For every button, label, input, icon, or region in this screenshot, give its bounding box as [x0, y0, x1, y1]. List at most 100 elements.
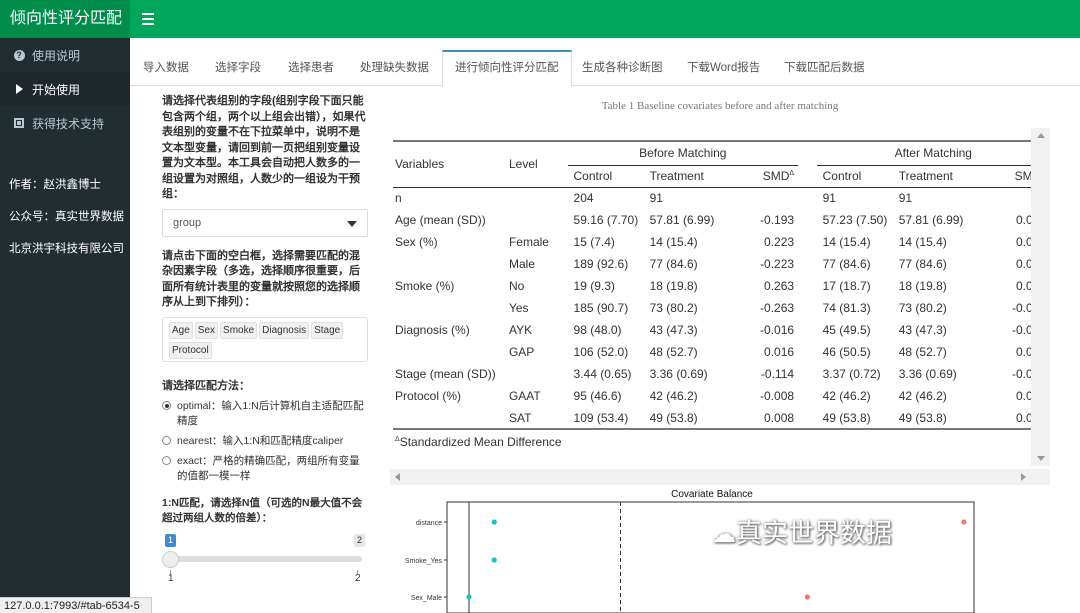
table-row: Sex (%) Female 15 (7.4) 14 (15.4) 0.223 14 (1… [393, 231, 1050, 253]
baseline-table-container: Variables Level Before Matching After Ma… [390, 128, 1050, 468]
header-control: Control [822, 169, 862, 183]
table-row: Smoke (%) No 19 (9.3) 18 (19.8) 0.263 17 (18.… [393, 275, 1050, 297]
table-cell: 77 (84.6) [898, 257, 947, 271]
top-navbar [130, 0, 1080, 38]
sidebar-item-start[interactable]: 开始使用 [0, 72, 130, 106]
header-variables: Variables [393, 140, 509, 187]
app-title: 倾向性评分匹配 [0, 0, 130, 38]
balance-point [804, 594, 810, 600]
table-cell: 0.223 [764, 235, 795, 249]
slider-value-bubble: 1 [165, 534, 177, 547]
balance-point [491, 519, 497, 525]
table-cell: -0.016 [760, 323, 795, 337]
table-cell [742, 186, 799, 209]
method-radio-exact[interactable]: exact：严格的精确匹配，两组所有变量的值都一模一样 [162, 454, 368, 484]
table-cell: 59.16 (7.70) [573, 213, 639, 227]
table-cell: 43 (47.3) [649, 323, 698, 337]
balance-point [491, 557, 497, 563]
table-cell: 106 (52.0) [573, 345, 629, 359]
covariate-instruction: 请点击下面的空白框，选择需要匹配的混杂因素字段（多选，选择顺序很重要，后面所有统… [162, 249, 360, 309]
table-cell: 77 (84.6) [822, 257, 871, 271]
table-cell: 3.36 (0.69) [898, 367, 957, 381]
covariate-chip[interactable]: Smoke [220, 321, 258, 339]
table-cell: GAP [508, 345, 535, 359]
table-cell: 42 (46.2) [898, 389, 947, 403]
table-cell: Protocol (%) [395, 389, 462, 403]
table-cell: 49 (53.8) [649, 410, 698, 425]
method-radio-optimal[interactable]: optimal：输入1:N后计算机自主适配匹配精度 [162, 399, 368, 429]
table-cell: 98 (48.0) [573, 323, 622, 337]
table-cell: -0.263 [760, 301, 795, 315]
group-select-value: group [173, 216, 202, 229]
covariate-chip[interactable]: Sex [194, 321, 219, 339]
tab-select-patients[interactable]: 选择患者 [288, 50, 334, 86]
scroll-right-icon[interactable] [1021, 473, 1026, 481]
scroll-up-icon[interactable] [1037, 133, 1045, 138]
balance-point [961, 519, 967, 525]
slider-handle[interactable] [162, 551, 179, 568]
group-instruction: 请选择代表组别的字段(组别字段下面只能包含两个组，两个以上组会出错），如果代表组… [162, 95, 366, 200]
covariate-chip[interactable]: Diagnosis [259, 321, 310, 339]
table-cell: GAAT [508, 389, 541, 403]
table-row: Diagnosis (%) AYK 98 (48.0) 43 (47.3) -0.016… [393, 319, 1050, 341]
radio-label: optimal：输入1:N后计算机自主适配匹配精度 [177, 400, 364, 427]
table-cell: Diagnosis (%) [395, 323, 470, 337]
table-horizontal-scrollbar[interactable] [390, 469, 1050, 486]
scroll-down-icon[interactable] [1037, 456, 1045, 461]
table-cell: 14 (15.4) [822, 235, 871, 249]
table-cell: AYK [508, 323, 533, 337]
table-cell: 14 (15.4) [898, 235, 947, 249]
tab-psm[interactable]: 进行倾向性评分匹配 [442, 50, 572, 87]
ratio-slider[interactable]: 1 2 1 2 [162, 534, 368, 584]
sidebar-toggle-icon[interactable] [142, 10, 154, 28]
table-vertical-scrollbar[interactable] [1031, 128, 1050, 466]
sidebar-item-instructions[interactable]: ? 使用说明 [0, 38, 130, 72]
sidebar: ? 使用说明 开始使用 获得技术支持 作者：赵洪鑫博士 公众号：真实世界数据 北… [0, 38, 130, 613]
status-url: 127.0.0.1:7993/#tab-6534-5 [0, 597, 152, 613]
table-cell: -0.008 [760, 389, 795, 403]
header-after-matching: After Matching [816, 140, 1050, 166]
table-cell: 49 (53.8) [822, 410, 871, 425]
table-cell: 109 (53.4) [573, 410, 629, 425]
slider-max-bubble: 2 [354, 534, 366, 547]
table-cell: 15 (7.4) [573, 235, 615, 249]
table-cell [393, 253, 509, 275]
table-row: Male 189 (92.6) 77 (84.6) -0.223 77 (84.6) 77… [393, 253, 1050, 275]
covariate-chip[interactable]: Protocol [169, 341, 212, 359]
table-cell: 73 (80.2) [898, 301, 947, 315]
group-select[interactable]: group [162, 208, 368, 237]
account-text: 公众号：真实世界数据 [9, 211, 124, 223]
company-text: 北京洪宇科技有限公司 [9, 243, 124, 255]
covariate-chip[interactable]: Age [169, 321, 193, 339]
radio-checked-icon [162, 401, 171, 410]
sidebar-item-support[interactable]: 获得技术支持 [0, 106, 130, 140]
tab-download-data[interactable]: 下载匹配后数据 [784, 50, 865, 86]
tab-diagnostic-plots[interactable]: 生成各种诊断图 [582, 50, 663, 86]
table-cell: -0.114 [760, 367, 795, 381]
header-treatment: Treatment [898, 169, 953, 183]
table-cell: 18 (19.8) [649, 279, 698, 293]
method-radio-nearest[interactable]: nearest：输入1:N和匹配精度caliper [162, 434, 368, 449]
covariate-multiselect[interactable]: Age Sex Smoke Diagnosis Stage Protocol [162, 316, 368, 362]
tab-select-fields[interactable]: 选择字段 [215, 50, 261, 86]
table-row: n 204 91 91 91 [393, 186, 1050, 209]
table-cell: 74 (81.3) [822, 301, 871, 315]
table-cell: Yes [508, 301, 529, 315]
tab-missing-data[interactable]: 处理缺失数据 [360, 50, 429, 86]
slider-track[interactable] [162, 556, 362, 562]
table-cell: Sex (%) [395, 235, 438, 249]
question-circle-icon: ? [12, 49, 26, 61]
table-cell: -0.193 [760, 213, 795, 227]
covariate-chip[interactable]: Stage [311, 321, 344, 339]
table-cell: 17 (18.7) [822, 279, 871, 293]
scroll-left-icon[interactable] [395, 473, 400, 481]
plot-panel [446, 501, 975, 613]
table-cell: 46 (50.5) [822, 345, 871, 359]
sidebar-item-label: 获得技术支持 [32, 116, 105, 131]
table-cell: 73 (80.2) [649, 301, 698, 315]
table-row: SAT 109 (53.4) 49 (53.8) 0.008 49 (53.8) 49 (… [393, 407, 1050, 429]
tab-import-data[interactable]: 导入数据 [143, 50, 189, 86]
author-text: 作者：赵洪鑫博士 [9, 179, 101, 191]
tab-word-report[interactable]: 下载Word报告 [687, 50, 760, 86]
table-cell: 0.263 [764, 279, 795, 293]
